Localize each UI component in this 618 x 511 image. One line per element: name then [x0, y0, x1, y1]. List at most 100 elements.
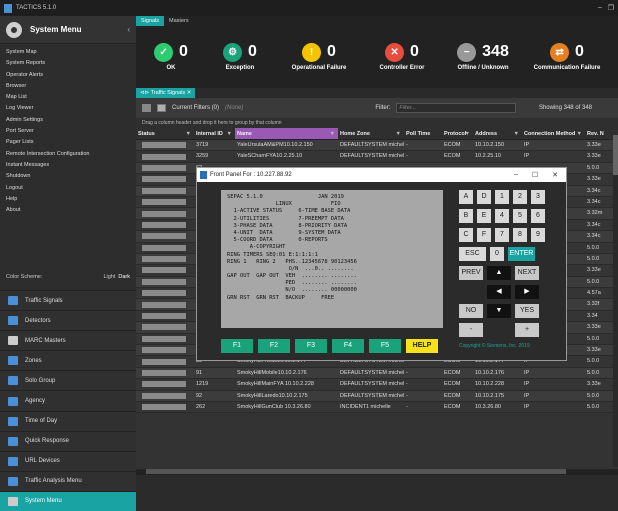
function-key[interactable]: F3 [295, 339, 327, 353]
nav-item[interactable]: System Menu [0, 490, 136, 511]
system-menu-item[interactable]: About [0, 205, 136, 216]
filter-icon[interactable]: ▼ [330, 128, 335, 139]
left-arrow-key[interactable]: ◀ [487, 285, 511, 299]
system-menu-item[interactable]: System Map [0, 47, 136, 58]
keypad-key[interactable]: C [459, 228, 473, 242]
nav-item[interactable]: Quick Response [0, 430, 136, 451]
key-0[interactable]: 0 [490, 247, 504, 261]
filter-icon[interactable]: ▼ [577, 128, 582, 139]
restore-icon[interactable]: ❐ [608, 4, 614, 12]
function-key[interactable]: F1 [221, 339, 253, 353]
keypad-key[interactable]: B [459, 209, 473, 223]
minimize-icon[interactable]: – [598, 4, 602, 12]
help-key[interactable]: HELP [406, 339, 438, 353]
function-key[interactable]: F4 [332, 339, 364, 353]
down-arrow-key[interactable]: ▼ [487, 304, 511, 318]
status-tile[interactable]: ⇄ 0 Communication Failure [522, 42, 612, 72]
filter-icon[interactable]: ▼ [396, 128, 401, 139]
keypad-key[interactable]: 1 [495, 190, 509, 204]
nav-item[interactable]: Solo Group [0, 370, 136, 391]
column-header[interactable]: Address ▼ [473, 128, 522, 139]
tab-masters[interactable]: Masters [164, 16, 194, 26]
keypad-key[interactable]: F [477, 228, 491, 242]
tab-signals[interactable]: Signals [136, 16, 165, 26]
table-row[interactable]: 3719 YaleUrsulaAM&PM10.10.2.150 DEFAULTSYS… [136, 140, 618, 152]
column-header[interactable]: Status ▼ [136, 128, 194, 139]
keypad-key[interactable]: 5 [513, 209, 527, 223]
table-row[interactable]: 262 SmokyHillGunClub 10.3.26.80 INCIDENT1 … [136, 401, 618, 414]
next-key[interactable]: NEXT [515, 266, 539, 280]
no-key[interactable]: NO [459, 304, 483, 318]
column-header[interactable]: Home Zone ▼ [338, 128, 404, 139]
enter-key[interactable]: ENTER [508, 247, 535, 261]
column-header[interactable]: Poll Time [404, 128, 442, 139]
status-tile[interactable]: −348 Offline / Unknown [444, 42, 522, 72]
filter-icon[interactable]: ▼ [186, 128, 191, 139]
prev-key[interactable]: PREV [459, 266, 483, 280]
keypad-key[interactable]: 8 [513, 228, 527, 242]
filter-icon[interactable]: ▼ [514, 128, 519, 139]
status-tile[interactable]: ⚙ 0 Exception [202, 42, 278, 72]
status-tile[interactable]: ! 0 Operational Failure [278, 42, 360, 72]
nav-item[interactable]: Detectors [0, 310, 136, 331]
filter-icon[interactable]: ▼ [465, 128, 470, 139]
grid-view-icon[interactable] [142, 104, 151, 112]
system-menu-item[interactable]: Port Server [0, 126, 136, 137]
nav-item[interactable]: MARC Masters [0, 330, 136, 351]
keypad-key[interactable]: 2 [513, 190, 527, 204]
fp-close-icon[interactable]: ✕ [552, 171, 558, 179]
up-arrow-key[interactable]: ▲ [487, 266, 511, 280]
status-tile[interactable]: ✓ 0 OK [140, 42, 202, 72]
scheme-dark-option[interactable]: Dark [118, 274, 130, 280]
collapse-chevron-icon[interactable]: ‹ [127, 25, 130, 34]
vertical-scrollbar[interactable] [613, 135, 618, 467]
system-menu-item[interactable]: Logout [0, 183, 136, 194]
right-arrow-key[interactable]: ▶ [515, 285, 539, 299]
nav-item[interactable]: Time of Day [0, 410, 136, 431]
system-menu-item[interactable]: Admin Settings [0, 115, 136, 126]
keypad-key[interactable]: 6 [531, 209, 545, 223]
minus-key[interactable]: - [459, 323, 483, 337]
fp-minimize-icon[interactable]: – [514, 171, 518, 179]
system-menu-item[interactable]: System Reports [0, 58, 136, 69]
system-menu-item[interactable]: Help [0, 194, 136, 205]
table-row[interactable]: 1219 SmokyHillMainFYA 10.10.2.228 DEFAULTS… [136, 379, 618, 391]
system-menu-item[interactable]: Map List [0, 92, 136, 103]
system-menu-item[interactable]: Shutdown [0, 171, 136, 182]
system-menu-item[interactable]: Log Viewer [0, 103, 136, 114]
fp-maximize-icon[interactable]: ☐ [532, 171, 538, 179]
column-header[interactable]: Connection Method ▼ [522, 128, 585, 139]
keypad-key[interactable]: 7 [495, 228, 509, 242]
nav-item[interactable]: Traffic Signals [0, 290, 136, 311]
keypad-key[interactable]: A [459, 190, 473, 204]
keypad-key[interactable]: 9 [531, 228, 545, 242]
group-by-bar[interactable]: Drag a column header and drop it here to… [136, 118, 618, 128]
table-row[interactable]: 91 SmokyHillMobile10.10.2.176 DEFAULTSYSTE… [136, 367, 618, 380]
horizontal-scroll-thumb[interactable] [146, 469, 566, 474]
function-key[interactable]: F5 [369, 339, 401, 353]
table-row[interactable]: 92 SmokyHillLaredo10.10.2.175 DEFAULTSYSTE… [136, 390, 618, 402]
tab-traffic-signals[interactable]: ⊲⊳ Traffic Signals ✕ [136, 88, 196, 98]
plus-key[interactable]: + [515, 323, 539, 337]
column-header[interactable]: Name ▼ [235, 128, 338, 139]
keypad-key[interactable]: D [477, 190, 491, 204]
filter-panel-icon[interactable] [157, 104, 166, 112]
esc-key[interactable]: ESC [459, 247, 486, 261]
column-header[interactable]: Protocol ▼ [442, 128, 473, 139]
current-filters-label[interactable]: Current Filters (0) [172, 105, 219, 111]
system-menu-item[interactable]: Browser [0, 81, 136, 92]
nav-item[interactable]: URL Devices [0, 450, 136, 471]
system-menu-item[interactable]: Instant Messages [0, 160, 136, 171]
status-tile[interactable]: ✕ 0 Controller Error [360, 42, 444, 72]
front-panel-titlebar[interactable]: Front Panel For : 10.227.88.92 – ☐ ✕ [197, 168, 566, 182]
column-header[interactable]: Internal ID ▼ [194, 128, 235, 139]
nav-item[interactable]: Agency [0, 390, 136, 411]
keypad-key[interactable]: 4 [495, 209, 509, 223]
nav-item[interactable]: Zones [0, 350, 136, 371]
nav-item[interactable]: Traffic Analysis Menu [0, 470, 136, 491]
vertical-scroll-thumb[interactable] [613, 135, 618, 175]
system-menu-item[interactable]: Pager Lists [0, 137, 136, 148]
filter-input[interactable]: Filter... [396, 103, 517, 113]
table-row[interactable]: 3259 YaleSChamFYA10.2.25.10 DEFAULTSYSTEM … [136, 151, 618, 163]
system-menu-item[interactable]: Operator Alerts [0, 70, 136, 81]
